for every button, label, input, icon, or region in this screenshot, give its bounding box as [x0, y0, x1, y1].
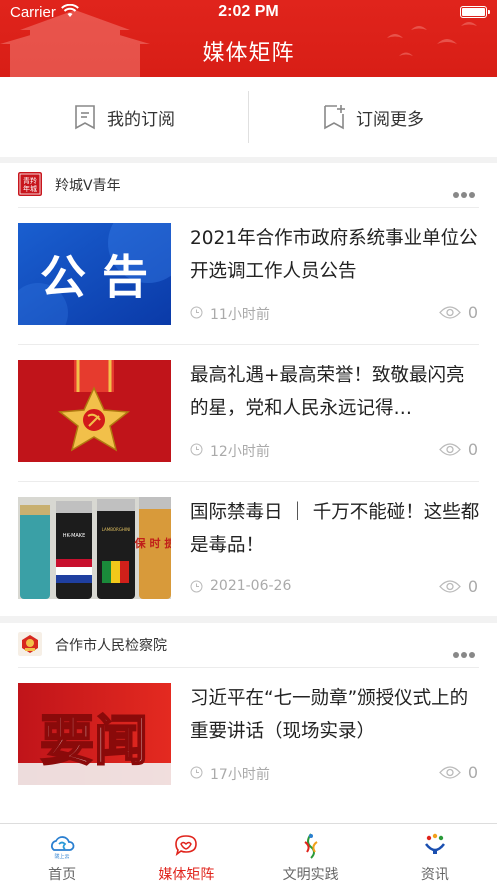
- clock-icon: [190, 580, 203, 593]
- page-title: 媒体矩阵: [202, 41, 295, 66]
- views-eye-icon: [439, 766, 461, 779]
- svg-text:青羚: 青羚: [23, 176, 37, 185]
- thumbnail-label: LAMBORGHINI: [102, 527, 131, 532]
- tab-media-matrix[interactable]: 媒体矩阵: [124, 824, 248, 883]
- bookmark-add-icon: [324, 105, 345, 130]
- thumbnail-label: HK-MAKE: [63, 533, 86, 539]
- subscribe-more-label: 订阅更多: [356, 109, 424, 130]
- more-options-icon[interactable]: [453, 643, 479, 658]
- channel-name: 羚城V青年: [55, 178, 121, 194]
- view-count: 0: [467, 303, 478, 322]
- channel-name: 合作市人民检察院: [55, 638, 167, 654]
- article-title: 国际禁毒日 ｜ 千万不能碰！这些都是毒品！: [190, 502, 480, 556]
- bottom-tab-bar: 陇上云 首页 媒体矩阵 文明实践 资讯: [0, 823, 497, 883]
- svg-text:年城: 年城: [23, 184, 37, 193]
- subscribe-bar: 我的订阅 订阅更多: [0, 77, 497, 157]
- article-item[interactable]: 最高礼遇+最高荣誉！致敬最闪亮的星，党和人民永远记得… 12小时前 0: [18, 344, 479, 481]
- my-subscriptions-label: 我的订阅: [107, 109, 175, 130]
- my-subscriptions-button[interactable]: 我的订阅: [0, 77, 248, 157]
- tab-civilization-practice[interactable]: 文明实践: [249, 824, 373, 883]
- article-time: 12小时前: [210, 444, 270, 460]
- views-eye-icon: [439, 443, 461, 456]
- views-eye-icon: [439, 306, 461, 319]
- tab-news[interactable]: 资讯: [373, 824, 497, 883]
- tab-label: 首页: [48, 867, 77, 883]
- tab-label: 媒体矩阵: [158, 867, 215, 883]
- tab-home[interactable]: 陇上云 首页: [0, 824, 124, 883]
- channel-logo: 青羚 年城: [18, 172, 42, 196]
- news-icon: [424, 833, 445, 854]
- article-thumbnail: [18, 360, 171, 462]
- procuratorate-emblem-icon: [18, 632, 42, 656]
- svg-text:陇上云: 陇上云: [55, 853, 70, 860]
- view-count: 0: [467, 440, 478, 459]
- article-item[interactable]: 要闻 习近平在“七一勋章”颁授仪式上的重要讲话（现场实录） 17小时前 0: [18, 667, 479, 804]
- article-title: 最高礼遇+最高荣誉！致敬最闪亮的星，党和人民永远记得…: [190, 365, 465, 419]
- clock-icon: [190, 443, 203, 456]
- subscribe-more-button[interactable]: 订阅更多: [249, 77, 497, 157]
- view-count: 0: [467, 763, 478, 782]
- channel-header[interactable]: 青羚 年城 羚城V青年: [0, 163, 497, 207]
- article-thumbnail: 公 告: [18, 223, 171, 325]
- clock-icon: [190, 766, 203, 779]
- channel-section: 青羚 年城 羚城V青年 公 告 2021年合作市政府系统事业单位公开选调工作人员…: [0, 163, 497, 616]
- clock-label: 2:02 PM: [218, 3, 279, 20]
- clock-icon: [190, 306, 203, 319]
- bookmark-list-icon: [75, 105, 95, 130]
- article-title: 习近平在“七一勋章”颁授仪式上的重要讲话（现场实录）: [190, 688, 469, 742]
- tab-label: 资讯: [420, 867, 449, 883]
- article-meta: 12小时前 0: [190, 439, 478, 460]
- article-meta: 2021-06-26 0: [190, 576, 478, 596]
- tab-label: 文明实践: [282, 867, 339, 883]
- media-matrix-icon: [175, 835, 198, 856]
- article-time: 2021-06-26: [210, 578, 292, 594]
- article-thumbnail: 要闻: [18, 683, 171, 785]
- app-header: Carrier 2:02 PM 媒体矩阵: [0, 0, 497, 77]
- views-eye-icon: [439, 580, 461, 593]
- view-count: 0: [467, 577, 478, 596]
- article-title: 2021年合作市政府系统事业单位公开选调工作人员公告: [190, 228, 478, 282]
- thumbnail-text: 公 告: [40, 250, 148, 304]
- thumbnail-label: 保 时 捷: [134, 536, 171, 550]
- article-time: 11小时前: [210, 307, 270, 323]
- article-meta: 11小时前 0: [190, 302, 478, 323]
- more-options-icon[interactable]: [453, 183, 479, 198]
- thumbnail-text: 要闻: [40, 709, 148, 772]
- status-bar: Carrier 2:02 PM: [0, 0, 497, 26]
- channel-header[interactable]: 合作市人民检察院: [0, 623, 497, 667]
- channel-section: 合作市人民检察院 要闻 习近平在“七一勋章”颁授仪式上的重要讲话（现场实录） 1…: [0, 623, 497, 823]
- article-thumbnail: HK-MAKE LAMBORGHINI 保 时 捷: [18, 497, 171, 599]
- article-item[interactable]: 公 告 2021年合作市政府系统事业单位公开选调工作人员公告 11小时前 0: [18, 207, 479, 344]
- article-time: 17小时前: [210, 767, 270, 783]
- civilization-practice-icon: [304, 833, 318, 859]
- home-cloud-icon: 陇上云: [51, 836, 75, 860]
- battery-icon: [460, 6, 490, 18]
- article-item[interactable]: HK-MAKE LAMBORGHINI 保 时 捷 国际禁毒日 ｜ 千万不能碰！…: [18, 481, 479, 618]
- article-meta: 17小时前 0: [190, 762, 478, 783]
